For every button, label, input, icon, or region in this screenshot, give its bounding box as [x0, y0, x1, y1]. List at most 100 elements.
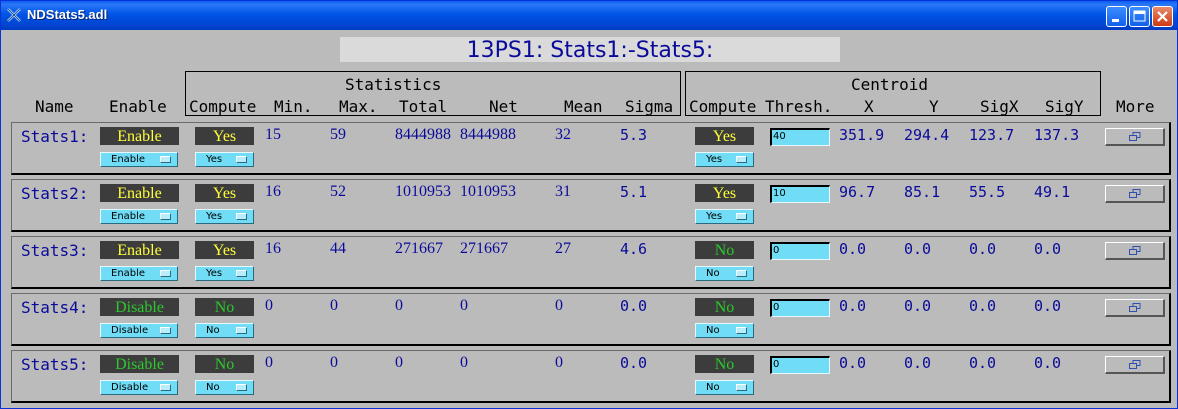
menu-indicator-icon — [736, 156, 747, 163]
header-more: More — [1116, 97, 1155, 116]
centroid-compute-menu[interactable]: No — [695, 380, 754, 395]
more-button[interactable] — [1105, 185, 1165, 203]
related-display-icon — [1129, 303, 1141, 312]
header-sigx: SigX — [980, 97, 1019, 116]
menu-indicator-icon — [160, 327, 171, 334]
more-button[interactable] — [1105, 299, 1165, 317]
related-display-icon — [1129, 246, 1141, 255]
enable-menu-label: Disable — [111, 382, 149, 393]
menu-indicator-icon — [160, 156, 171, 163]
thresh-input[interactable]: 10 — [770, 185, 830, 203]
stats-row-4: Stats4: Disable Disable No No 0 0 0 0 0 … — [11, 293, 1171, 346]
sigx-value: 0.0 — [969, 354, 997, 372]
compute-menu[interactable]: Yes — [195, 266, 254, 281]
close-button[interactable] — [1152, 6, 1173, 27]
centroid-x-value: 0.0 — [839, 240, 867, 258]
centroid-compute-status: Yes — [695, 127, 754, 145]
more-button[interactable] — [1105, 128, 1165, 146]
thresh-input[interactable]: 0 — [770, 242, 830, 260]
enable-menu[interactable]: Disable — [100, 323, 178, 338]
header-enable: Enable — [109, 97, 167, 116]
stats-row-5: Stats5: Disable Disable No No 0 0 0 0 0 … — [11, 350, 1171, 403]
app-window: NDStats5.adl 13PS1: Stats1:-Stats5: Stat… — [0, 0, 1178, 409]
more-button[interactable] — [1105, 356, 1165, 374]
statistics-group-label: Statistics — [345, 75, 442, 94]
centroid-compute-menu[interactable]: Yes — [695, 209, 754, 224]
header-compute: Compute — [189, 97, 257, 116]
centroid-y-value: 294.4 — [904, 126, 950, 144]
sigx-value: 0.0 — [969, 297, 997, 315]
min-value: 16 — [265, 183, 281, 200]
header-total: Total — [399, 97, 448, 116]
sigx-value: 55.5 — [969, 183, 1006, 201]
compute-menu[interactable]: Yes — [195, 209, 254, 224]
mean-value: 32 — [555, 126, 571, 143]
minimize-button[interactable] — [1106, 6, 1127, 27]
related-display-icon — [1129, 360, 1141, 369]
enable-menu[interactable]: Enable — [100, 152, 178, 167]
centroid-x-value: 0.0 — [839, 354, 867, 372]
menu-indicator-icon — [160, 270, 171, 277]
compute-menu[interactable]: No — [195, 380, 254, 395]
compute-menu-label: Yes — [206, 154, 223, 165]
centroid-x-value: 351.9 — [839, 126, 885, 144]
header-sigma: Sigma — [625, 97, 674, 116]
centroid-compute-status: No — [695, 241, 754, 259]
centroid-compute-menu[interactable]: No — [695, 323, 754, 338]
min-value: 15 — [265, 126, 281, 143]
enable-menu-label: Enable — [111, 268, 146, 279]
net-value: 0 — [460, 354, 468, 371]
more-button[interactable] — [1105, 242, 1165, 260]
page-title: 13PS1: Stats1:-Stats5: — [340, 37, 840, 63]
centroid-compute-status: No — [695, 298, 754, 316]
related-display-icon — [1129, 132, 1141, 141]
header-max: Max. — [339, 97, 378, 116]
centroid-y-value: 0.0 — [904, 354, 932, 372]
enable-menu[interactable]: Disable — [100, 380, 178, 395]
menu-indicator-icon — [236, 270, 247, 277]
sigma-value: 5.3 — [620, 126, 648, 144]
centroid-compute-menu[interactable]: Yes — [695, 152, 754, 167]
enable-status: Enable — [100, 184, 179, 202]
total-value: 1010953 — [395, 183, 451, 200]
max-value: 0 — [330, 297, 338, 314]
centroid-compute-menu-label: No — [706, 268, 720, 279]
compute-status: Yes — [195, 241, 254, 259]
stats-row-1: Stats1: Enable Enable Yes Yes 15 59 8444… — [11, 122, 1171, 175]
max-value: 0 — [330, 354, 338, 371]
total-value: 0 — [395, 297, 403, 314]
stats-row-2: Stats2: Enable Enable Yes Yes 16 52 1010… — [11, 179, 1171, 232]
centroid-compute-menu-label: Yes — [706, 211, 723, 222]
centroid-y-value: 0.0 — [904, 297, 932, 315]
enable-menu-label: Enable — [111, 211, 146, 222]
related-display-icon — [1129, 189, 1141, 198]
centroid-x-value: 0.0 — [839, 297, 867, 315]
header-sigy: SigY — [1045, 97, 1084, 116]
menu-indicator-icon — [236, 384, 247, 391]
thresh-input[interactable]: 0 — [770, 299, 830, 317]
header-mean: Mean — [564, 97, 603, 116]
total-value: 271667 — [395, 240, 443, 257]
stats-row-3: Stats3: Enable Enable Yes Yes 16 44 2716… — [11, 236, 1171, 289]
maximize-icon — [1133, 10, 1146, 22]
compute-status: No — [195, 355, 254, 373]
enable-menu[interactable]: Enable — [100, 209, 178, 224]
medm-x-icon — [7, 8, 21, 22]
row-name: Stats3: — [21, 241, 89, 260]
enable-menu[interactable]: Enable — [100, 266, 178, 281]
thresh-input[interactable]: 40 — [770, 128, 830, 146]
thresh-input[interactable]: 0 — [770, 356, 830, 374]
min-value: 0 — [265, 354, 273, 371]
menu-indicator-icon — [736, 327, 747, 334]
net-value: 1010953 — [460, 183, 516, 200]
centroid-x-value: 96.7 — [839, 183, 876, 201]
compute-status: Yes — [195, 127, 254, 145]
compute-menu[interactable]: No — [195, 323, 254, 338]
compute-menu[interactable]: Yes — [195, 152, 254, 167]
centroid-compute-menu[interactable]: No — [695, 266, 754, 281]
mean-value: 0 — [555, 354, 563, 371]
enable-menu-label: Disable — [111, 325, 149, 336]
title-bar: NDStats5.adl — [1, 1, 1177, 30]
maximize-button[interactable] — [1129, 6, 1150, 27]
compute-status: Yes — [195, 184, 254, 202]
